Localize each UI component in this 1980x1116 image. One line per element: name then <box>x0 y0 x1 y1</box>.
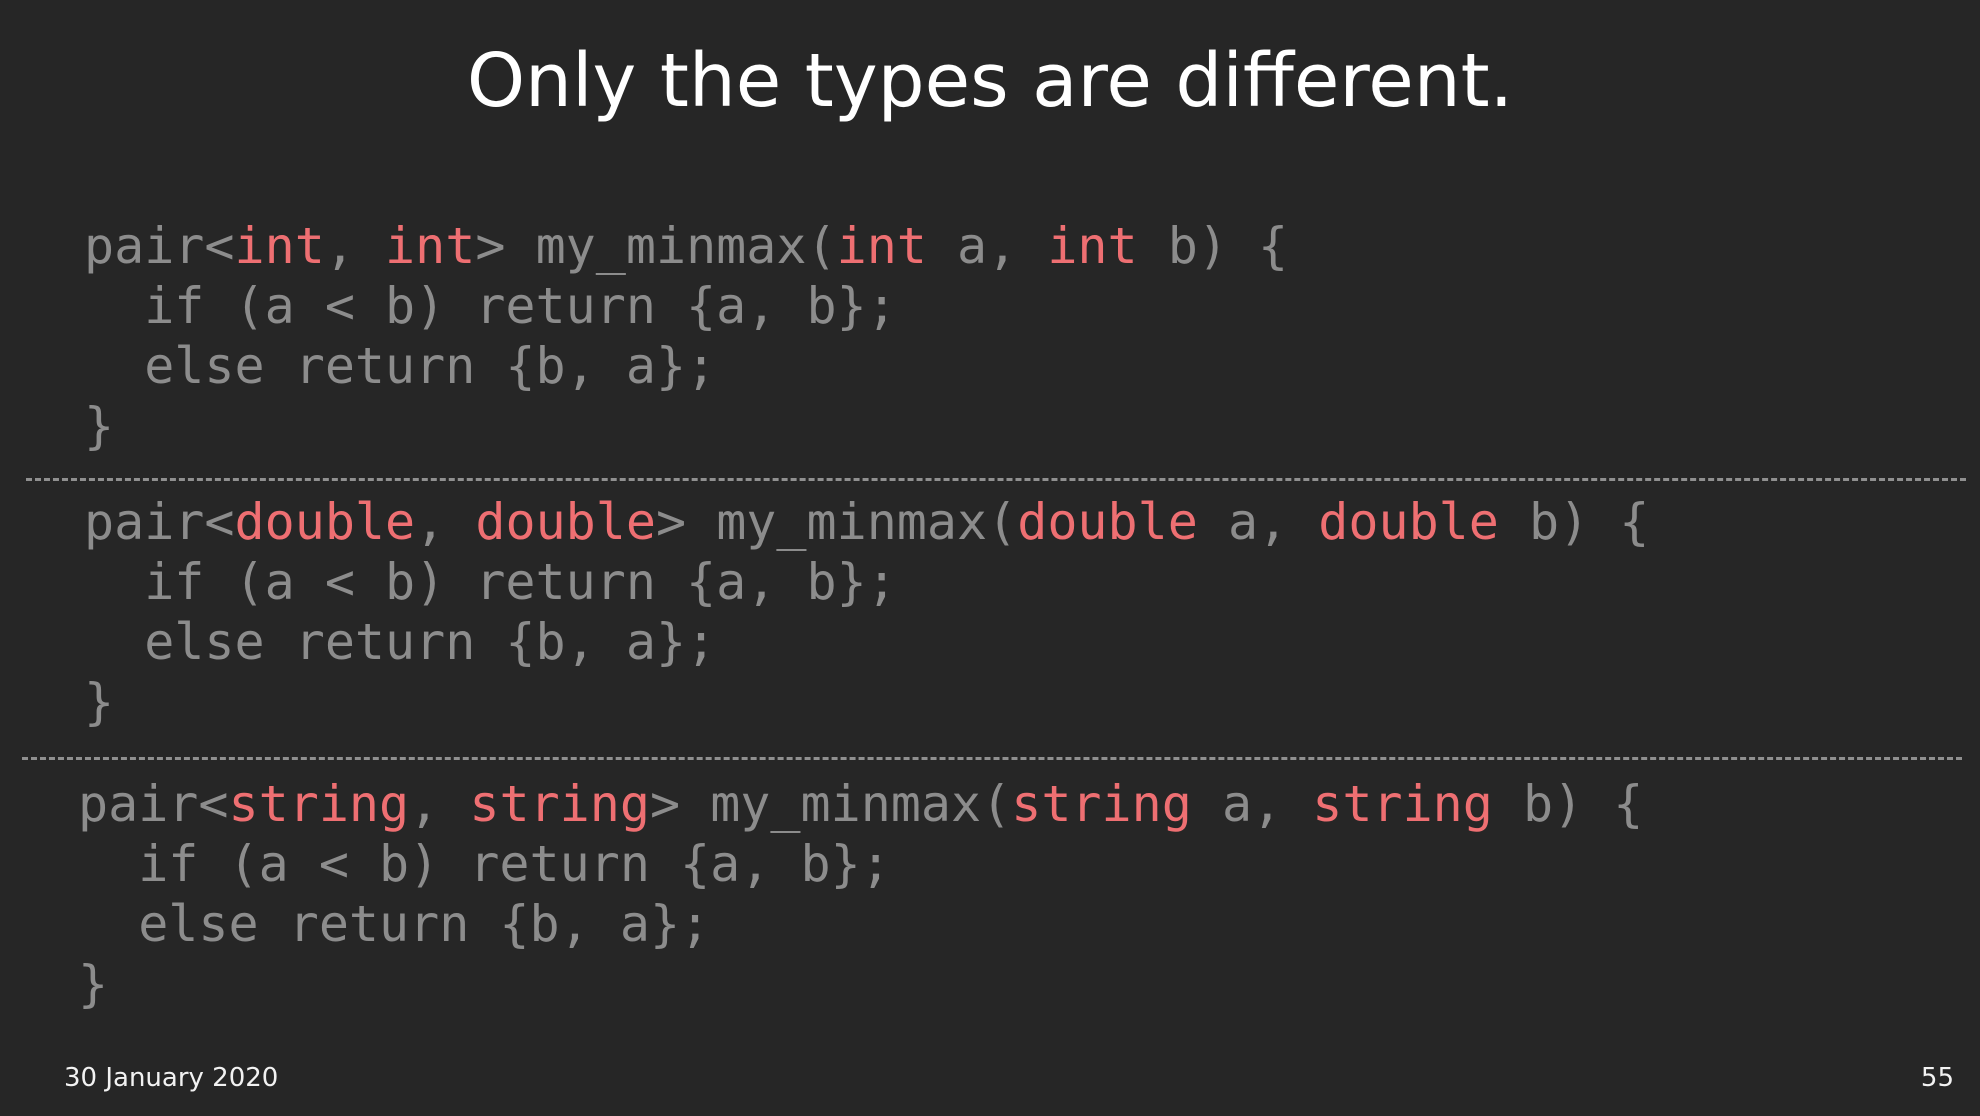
code-if-line: if (a < b) return {a, b}; <box>84 277 897 335</box>
code-block-string: pair<string, string> my_minmax(string a,… <box>78 774 1643 1014</box>
code-signature-line: pair<string, string> my_minmax(string a,… <box>78 774 1643 834</box>
type-keyword: double <box>475 493 656 551</box>
code-text: a, <box>1197 493 1319 551</box>
dashed-divider <box>26 478 1966 481</box>
code-text: pair< <box>84 217 235 275</box>
type-keyword: int <box>836 217 927 275</box>
code-text: , <box>324 217 386 275</box>
code-text: b) { <box>1498 493 1650 551</box>
type-keyword: string <box>469 775 650 833</box>
code-else-line: else return {b, a}; <box>84 337 717 395</box>
type-keyword: double <box>1318 493 1499 551</box>
type-keyword: int <box>1047 217 1138 275</box>
code-text: a, <box>926 217 1048 275</box>
code-text: > my_minmax( <box>475 217 837 275</box>
code-text: pair< <box>84 493 235 551</box>
code-text: , <box>409 775 470 833</box>
code-if-line: if (a < b) return {a, b}; <box>78 835 891 893</box>
code-text: pair< <box>78 775 229 833</box>
code-text: b) { <box>1492 775 1644 833</box>
type-keyword: string <box>228 775 410 833</box>
code-text: a, <box>1191 775 1313 833</box>
code-text: > my_minmax( <box>649 775 1012 833</box>
code-closing-brace: } <box>84 397 115 455</box>
code-closing-brace: } <box>78 955 109 1013</box>
type-keyword: int <box>385 217 476 275</box>
code-text: > my_minmax( <box>655 493 1018 551</box>
code-if-line: if (a < b) return {a, b}; <box>84 553 897 611</box>
type-keyword: int <box>234 217 325 275</box>
type-keyword: string <box>1312 775 1493 833</box>
footer-date: 30 January 2020 <box>64 1063 279 1093</box>
type-keyword: string <box>1011 775 1192 833</box>
code-text: b) { <box>1137 217 1289 275</box>
type-keyword: double <box>1017 493 1198 551</box>
code-else-line: else return {b, a}; <box>84 613 717 671</box>
type-keyword: double <box>234 493 416 551</box>
code-signature-line: pair<int, int> my_minmax(int a, int b) { <box>84 216 1288 276</box>
footer-page-number: 55 <box>1920 1063 1954 1093</box>
slide-title: Only the types are different. <box>466 38 1514 124</box>
code-else-line: else return {b, a}; <box>78 895 711 953</box>
code-signature-line: pair<double, double> my_minmax(double a,… <box>84 492 1649 552</box>
code-closing-brace: } <box>84 673 115 731</box>
dashed-divider <box>22 757 1962 760</box>
code-block-double: pair<double, double> my_minmax(double a,… <box>84 492 1649 732</box>
code-text: , <box>415 493 476 551</box>
code-block-int: pair<int, int> my_minmax(int a, int b) {… <box>84 216 1288 456</box>
